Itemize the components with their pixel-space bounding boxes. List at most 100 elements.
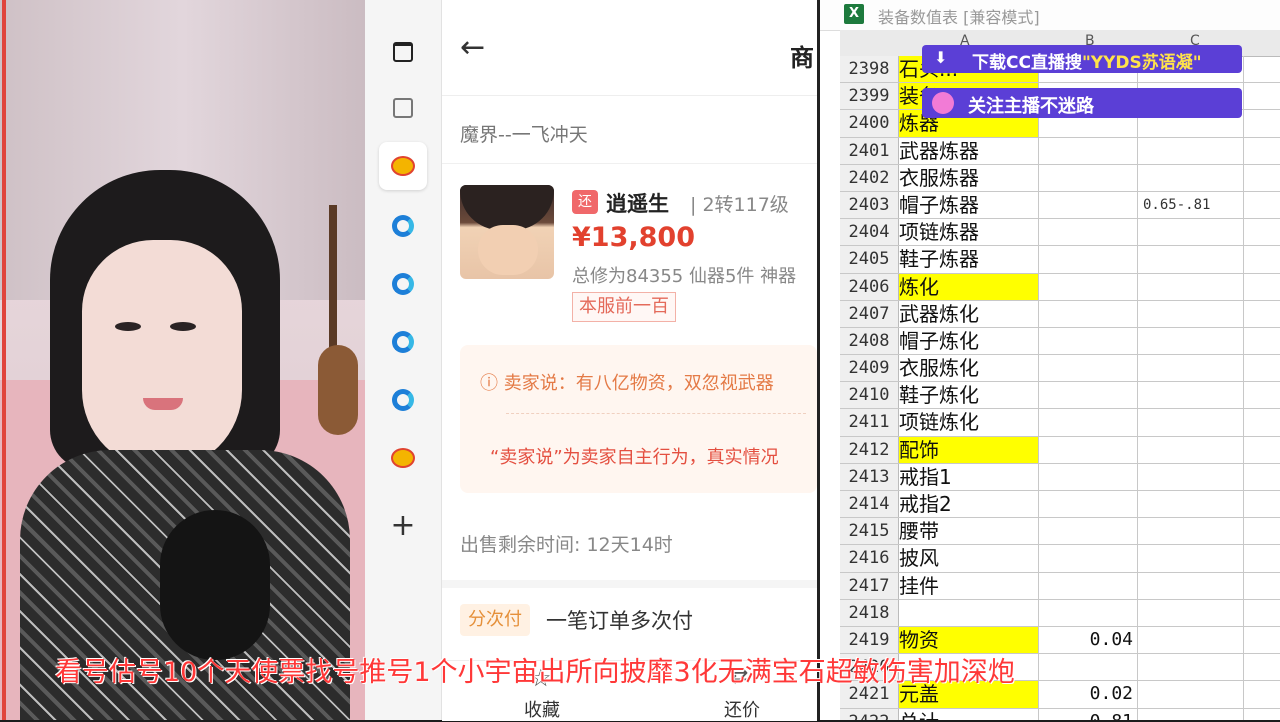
edge-icon[interactable]	[379, 260, 427, 308]
cell-a[interactable]: 腰带	[899, 518, 1039, 545]
cell-c[interactable]	[1139, 409, 1244, 436]
cell-c[interactable]	[1139, 463, 1244, 490]
cell-a[interactable]: 配饰	[899, 436, 1039, 463]
row-number[interactable]: 2401	[840, 137, 899, 164]
game-chick-icon[interactable]	[379, 142, 427, 190]
cell-c[interactable]	[1139, 273, 1244, 300]
cell-a[interactable]: 项链炼器	[899, 219, 1039, 246]
cell-b[interactable]: 0.02	[1039, 681, 1138, 708]
cell-a[interactable]: 戒指1	[899, 463, 1039, 490]
cell-a[interactable]: 炼化	[899, 273, 1039, 300]
cell-c[interactable]	[1139, 219, 1244, 246]
row-number[interactable]: 2400	[840, 110, 899, 137]
cell-b[interactable]	[1039, 599, 1138, 626]
cell-b[interactable]	[1039, 409, 1138, 436]
cell-c[interactable]	[1139, 436, 1244, 463]
row-number[interactable]: 2418	[840, 599, 899, 626]
cell-c[interactable]	[1139, 708, 1244, 720]
panel-icon[interactable]	[379, 28, 427, 76]
character-avatar[interactable]	[460, 185, 554, 279]
cell-b[interactable]	[1039, 137, 1138, 164]
edge-icon[interactable]	[379, 376, 427, 424]
cell-a[interactable]: 帽子炼器	[899, 191, 1039, 219]
cell-a[interactable]: 总计	[899, 708, 1039, 720]
table-row: 2406 炼化	[840, 273, 1280, 301]
cell-a[interactable]: 帽子炼化	[899, 327, 1039, 355]
cell-c[interactable]	[1139, 164, 1244, 191]
row-number[interactable]: 2399	[840, 83, 899, 110]
game-chick-icon[interactable]	[379, 434, 427, 482]
row-number[interactable]: 2410	[840, 382, 899, 409]
cell-a[interactable]: 挂件	[899, 572, 1039, 599]
cell-c[interactable]	[1139, 300, 1244, 327]
cell-b[interactable]	[1039, 246, 1138, 273]
row-number[interactable]: 2413	[840, 463, 899, 490]
cell-b[interactable]	[1039, 164, 1138, 191]
cell-b[interactable]	[1039, 436, 1138, 463]
cell-b[interactable]	[1039, 572, 1138, 599]
cell-c[interactable]	[1139, 327, 1244, 355]
cell-b[interactable]	[1039, 219, 1138, 246]
row-number[interactable]: 2403	[840, 191, 899, 219]
cell-b[interactable]	[1039, 518, 1138, 545]
cell-b[interactable]	[1039, 491, 1138, 518]
cell-c[interactable]	[1139, 572, 1244, 599]
cell-a[interactable]: 武器炼化	[899, 300, 1039, 327]
cell-a[interactable]: 项链炼化	[899, 409, 1039, 436]
document-icon[interactable]	[379, 84, 427, 132]
cell-c[interactable]	[1139, 382, 1244, 409]
cell-c[interactable]	[1139, 491, 1244, 518]
cell-b[interactable]	[1039, 300, 1138, 327]
cell-c[interactable]	[1139, 137, 1244, 164]
cell-c[interactable]: 0.65-.81	[1139, 191, 1244, 219]
cell-c[interactable]	[1139, 681, 1244, 708]
table-row: 2401 武器炼器	[840, 137, 1280, 165]
row-number[interactable]: 2402	[840, 164, 899, 191]
cell-b[interactable]: 0.81	[1039, 708, 1138, 720]
cell-c[interactable]	[1139, 599, 1244, 626]
row-number[interactable]: 2414	[840, 491, 899, 518]
row-number[interactable]: 2409	[840, 355, 899, 382]
row-number[interactable]: 2412	[840, 436, 899, 463]
cell-c[interactable]	[1139, 626, 1244, 654]
back-arrow-icon[interactable]: ←	[460, 30, 485, 65]
row-number[interactable]: 2411	[840, 409, 899, 436]
edge-icon[interactable]	[379, 202, 427, 250]
bargain-button[interactable]: 还价	[724, 696, 760, 722]
cell-a[interactable]: 鞋子炼器	[899, 246, 1039, 273]
cell-a[interactable]: 衣服炼器	[899, 164, 1039, 191]
cell-b[interactable]	[1039, 327, 1138, 355]
edge-icon[interactable]	[379, 318, 427, 366]
plus-icon[interactable]: +	[379, 502, 427, 550]
row-number[interactable]: 2407	[840, 300, 899, 327]
row-number[interactable]: 2406	[840, 273, 899, 300]
cell-c[interactable]	[1139, 654, 1244, 681]
cell-a[interactable]: 鞋子炼化	[899, 382, 1039, 409]
cell-b[interactable]	[1039, 382, 1138, 409]
cell-b[interactable]: 0.04	[1039, 626, 1138, 654]
row-number[interactable]: 2417	[840, 572, 899, 599]
row-number[interactable]: 2422	[840, 708, 899, 720]
row-number[interactable]: 2405	[840, 246, 899, 273]
row-number[interactable]: 2415	[840, 518, 899, 545]
cell-c[interactable]	[1139, 518, 1244, 545]
favorite-button[interactable]: 收藏	[524, 696, 560, 722]
cell-c[interactable]	[1139, 355, 1244, 382]
cell-b[interactable]	[1039, 654, 1138, 681]
cell-b[interactable]	[1039, 463, 1138, 490]
cell-a[interactable]	[899, 599, 1039, 626]
row-number[interactable]: 2404	[840, 219, 899, 246]
cell-c[interactable]	[1139, 246, 1244, 273]
row-number[interactable]: 2398	[840, 56, 899, 83]
cell-b[interactable]	[1039, 355, 1138, 382]
cell-a[interactable]: 衣服炼化	[899, 355, 1039, 382]
row-number[interactable]: 2416	[840, 545, 899, 572]
cell-c[interactable]	[1139, 545, 1244, 572]
cell-b[interactable]	[1039, 191, 1138, 219]
cell-a[interactable]: 戒指2	[899, 491, 1039, 518]
cell-a[interactable]: 披风	[899, 545, 1039, 572]
cell-b[interactable]	[1039, 545, 1138, 572]
cell-b[interactable]	[1039, 273, 1138, 300]
row-number[interactable]: 2408	[840, 327, 899, 355]
cell-a[interactable]: 武器炼器	[899, 137, 1039, 164]
